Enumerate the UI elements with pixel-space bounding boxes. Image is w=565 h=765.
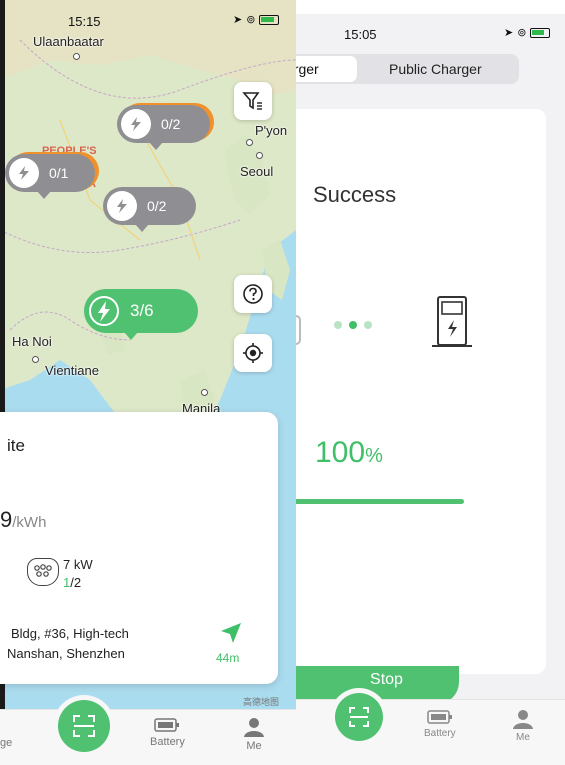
station-pin[interactable]: 0/1 <box>5 154 95 199</box>
pin-count: 0/2 <box>161 116 181 132</box>
map-label-pyongyang: P'yon <box>255 123 288 138</box>
status-bar: 15:05 ➤ ⊚ <box>284 14 565 52</box>
map-label-ulaanbaatar: Ulaanbaatar <box>33 34 104 49</box>
city-dot <box>256 152 263 159</box>
status-time: 15:05 <box>344 27 377 42</box>
connection-dots <box>334 321 372 329</box>
total-count: /2 <box>70 575 82 590</box>
charging-bolt-icon <box>88 295 120 327</box>
battery-icon <box>427 710 452 724</box>
tab-me[interactable]: Me <box>243 717 265 752</box>
city-dot <box>246 139 253 146</box>
lock-rotation-icon: ⊚ <box>517 27 527 39</box>
status-time: 15:15 <box>68 14 101 29</box>
tab-battery[interactable]: Battery <box>424 709 456 739</box>
location-arrow-icon: ➤ <box>504 27 514 39</box>
charge-percent: 100% <box>315 436 383 470</box>
connector-power: 7 kW <box>63 557 93 572</box>
status-icons: ➤ ⊚ <box>504 26 551 39</box>
battery-status-icon <box>259 14 280 25</box>
crosshair-icon <box>243 343 263 363</box>
station-pin-selected[interactable]: 3/6 <box>84 289 198 340</box>
battery-icon <box>154 718 180 732</box>
battery-status-icon <box>530 27 551 38</box>
map-credit: 高德地图 <box>243 697 280 707</box>
scan-button[interactable] <box>58 700 110 752</box>
charging-bolt-icon <box>9 158 39 188</box>
tab-battery[interactable]: Battery <box>150 717 185 748</box>
price-unit: /kWh <box>12 514 47 531</box>
tab-me[interactable]: Me <box>512 709 534 743</box>
city-dot <box>32 356 39 363</box>
pin-count: 3/6 <box>130 301 154 320</box>
dot <box>334 321 342 329</box>
person-icon <box>244 718 264 737</box>
percent-value: 100 <box>315 436 366 469</box>
city-dot <box>73 53 80 60</box>
tab-me-label: Me <box>246 740 262 752</box>
lock-rotation-icon: ⊚ <box>246 14 256 26</box>
station-address-line1: Bldg, #36, High-tech <box>11 626 129 641</box>
percent-sign: % <box>365 445 383 467</box>
station-pin[interactable]: 0/2 <box>117 105 210 150</box>
map-label-vientiane: Vientiane <box>45 363 99 378</box>
tab-charge[interactable]: ge <box>0 717 12 749</box>
price-value: 9 <box>0 507 13 532</box>
pin-count: 0/2 <box>147 198 167 214</box>
location-arrow-icon: ➤ <box>233 14 243 26</box>
connector-availability: 1/2 <box>63 575 81 590</box>
station-price: 9/kWh <box>0 507 46 533</box>
tab-public-charger[interactable]: Public Charger <box>389 54 482 84</box>
charging-bolt-icon <box>107 191 137 221</box>
tab-battery-label: Battery <box>424 728 456 739</box>
connector-plug-icon <box>27 558 59 586</box>
locate-me-button[interactable] <box>234 334 272 372</box>
scan-icon <box>349 707 369 727</box>
map-screen: 15:15 ➤ ⊚ Ulaanbaatar PEOPLE'S C NA P'yo… <box>0 0 296 765</box>
charging-bolt-icon <box>121 109 151 139</box>
station-card[interactable]: ite 9/kWh 7 kW 1/2 Bldg, #36, High-tech … <box>0 412 278 684</box>
pin-count: 0/1 <box>49 165 69 181</box>
scan-icon <box>73 715 95 737</box>
charging-status-screen: 15:05 ➤ ⊚ arger Public Charger Success 1… <box>284 14 565 765</box>
filter-icon <box>242 92 262 110</box>
dot <box>364 321 372 329</box>
charging-status-text: Success <box>313 182 397 207</box>
station-distance: 44m <box>216 651 240 665</box>
station-address-line2: Nanshan, Shenzhen <box>7 646 125 661</box>
tab-me-label: Me <box>516 732 530 743</box>
tab-battery-label: Battery <box>150 736 185 748</box>
station-pin[interactable]: 0/2 <box>103 187 196 232</box>
help-icon <box>243 284 263 304</box>
screenshot-composite: 15:05 ➤ ⊚ arger Public Charger Success 1… <box>0 0 565 765</box>
charging-pile-icon <box>432 296 472 347</box>
tab-charge-label: ge <box>0 737 13 749</box>
map-label-hanoi: Ha Noi <box>12 334 52 349</box>
scan-button[interactable] <box>335 693 383 741</box>
charger-type-segment: arger Public Charger <box>284 54 519 84</box>
station-name: ite <box>7 436 25 455</box>
city-dot <box>201 389 208 396</box>
navigate-arrow-icon[interactable] <box>219 621 243 645</box>
dot <box>349 321 357 329</box>
map-label-seoul: Seoul <box>240 164 274 179</box>
charge-progress-bar <box>284 499 464 504</box>
person-icon <box>513 710 533 729</box>
help-button[interactable] <box>234 275 272 313</box>
status-icons: ➤ ⊚ <box>233 13 280 26</box>
filter-button[interactable] <box>234 82 272 120</box>
charging-card: Success 100% <box>284 109 546 674</box>
